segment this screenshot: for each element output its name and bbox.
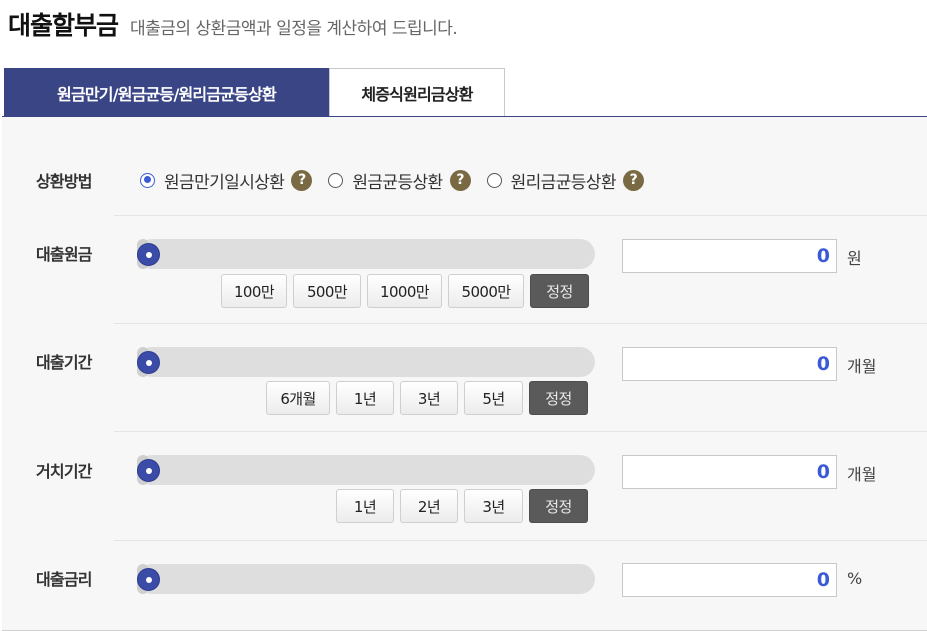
grace-label: 거치기간 xyxy=(36,462,92,481)
principal-1000man-button[interactable]: 1000만 xyxy=(367,274,442,308)
principal-unit: 원 xyxy=(847,249,862,268)
period-input[interactable] xyxy=(623,348,836,380)
rate-slider[interactable] xyxy=(137,564,595,594)
grace-3year-button[interactable]: 3년 xyxy=(464,489,523,523)
principal-500man-button[interactable]: 500만 xyxy=(293,274,361,308)
rate-input-box xyxy=(622,563,837,597)
help-icon[interactable]: ? xyxy=(622,169,644,191)
period-label: 대출기간 xyxy=(36,353,92,372)
period-reset-button[interactable]: 정정 xyxy=(529,381,588,415)
slider-handle[interactable] xyxy=(137,459,160,482)
rate-unit: % xyxy=(847,569,863,588)
principal-input[interactable] xyxy=(623,240,836,272)
principal-reset-button[interactable]: 정정 xyxy=(530,274,589,308)
grace-input-box xyxy=(622,455,837,489)
tab-graduated-repayment[interactable]: 체증식원리금상환 xyxy=(329,68,505,117)
radio-label: 원금만기일시상환 xyxy=(164,172,285,193)
help-icon[interactable]: ? xyxy=(449,169,471,191)
rate-label: 대출금리 xyxy=(36,570,92,589)
tab-bar: 원금만기/원금균등/원리금균등상환 체증식원리금상환 xyxy=(4,68,505,117)
period-input-box xyxy=(622,347,837,381)
grace-slider[interactable] xyxy=(137,455,595,485)
slider-handle[interactable] xyxy=(137,243,160,266)
principal-slider[interactable] xyxy=(137,239,595,269)
principal-5000man-button[interactable]: 5000만 xyxy=(448,274,524,308)
radio-circle-icon[interactable] xyxy=(328,172,344,188)
period-6month-button[interactable]: 6개월 xyxy=(266,381,330,415)
principal-100man-button[interactable]: 100만 xyxy=(221,274,287,308)
page-subtitle: 대출금의 상환금액과 일정을 계산하여 드립니다. xyxy=(130,19,458,39)
row-divider xyxy=(114,431,927,432)
grace-2year-button[interactable]: 2년 xyxy=(400,489,458,523)
radio-equal-principal[interactable]: 원금균등상환 ? xyxy=(328,168,471,193)
grace-1year-button[interactable]: 1년 xyxy=(336,489,394,523)
radio-equal-installment[interactable]: 원리금균등상환 ? xyxy=(486,168,644,193)
radio-circle-icon[interactable] xyxy=(140,172,155,188)
grace-quick-buttons: 1년 2년 3년 정정 xyxy=(330,489,588,523)
grace-reset-button[interactable]: 정정 xyxy=(529,489,588,523)
period-unit: 개월 xyxy=(847,357,877,376)
radio-label: 원금균등상환 xyxy=(352,172,443,193)
slider-handle[interactable] xyxy=(137,568,160,591)
period-5year-button[interactable]: 5년 xyxy=(464,381,523,415)
repayment-method-options: 원금만기일시상환 ? 원금균등상환 ? 원리금균등상환 ? xyxy=(140,168,660,193)
principal-quick-buttons: 100만 500만 1000만 5000만 정정 xyxy=(215,274,589,308)
period-quick-buttons: 6개월 1년 3년 5년 정정 xyxy=(260,381,588,415)
radio-circle-icon[interactable] xyxy=(486,172,502,188)
principal-label: 대출원금 xyxy=(36,245,92,264)
period-3year-button[interactable]: 3년 xyxy=(400,381,458,415)
help-icon[interactable]: ? xyxy=(291,169,313,191)
row-divider xyxy=(114,323,927,324)
row-divider xyxy=(114,540,927,541)
calculator-panel: 상환방법 원금만기일시상환 ? 원금균등상환 ? 원리금균등상환 ? 대출원금 xyxy=(2,116,927,631)
period-1year-button[interactable]: 1년 xyxy=(336,381,394,415)
principal-input-box xyxy=(622,239,837,273)
page-title: 대출할부금 xyxy=(8,11,119,40)
repayment-method-row: 상환방법 원금만기일시상환 ? 원금균등상환 ? 원리금균등상환 ? xyxy=(2,163,927,197)
slider-handle[interactable] xyxy=(137,351,160,374)
row-divider xyxy=(114,215,927,216)
rate-input[interactable] xyxy=(623,564,836,596)
radio-bullet-repayment[interactable]: 원금만기일시상환 ? xyxy=(140,168,313,193)
tab-basic-repayment[interactable]: 원금만기/원금균등/원리금균등상환 xyxy=(4,68,329,117)
radio-label: 원리금균등상환 xyxy=(510,172,617,193)
grace-input[interactable] xyxy=(623,456,836,488)
page-header: 대출할부금 대출금의 상환금액과 일정을 계산하여 드립니다. xyxy=(8,6,458,40)
grace-unit: 개월 xyxy=(847,465,877,484)
repayment-method-label: 상환방법 xyxy=(36,172,92,191)
period-slider[interactable] xyxy=(137,347,595,377)
